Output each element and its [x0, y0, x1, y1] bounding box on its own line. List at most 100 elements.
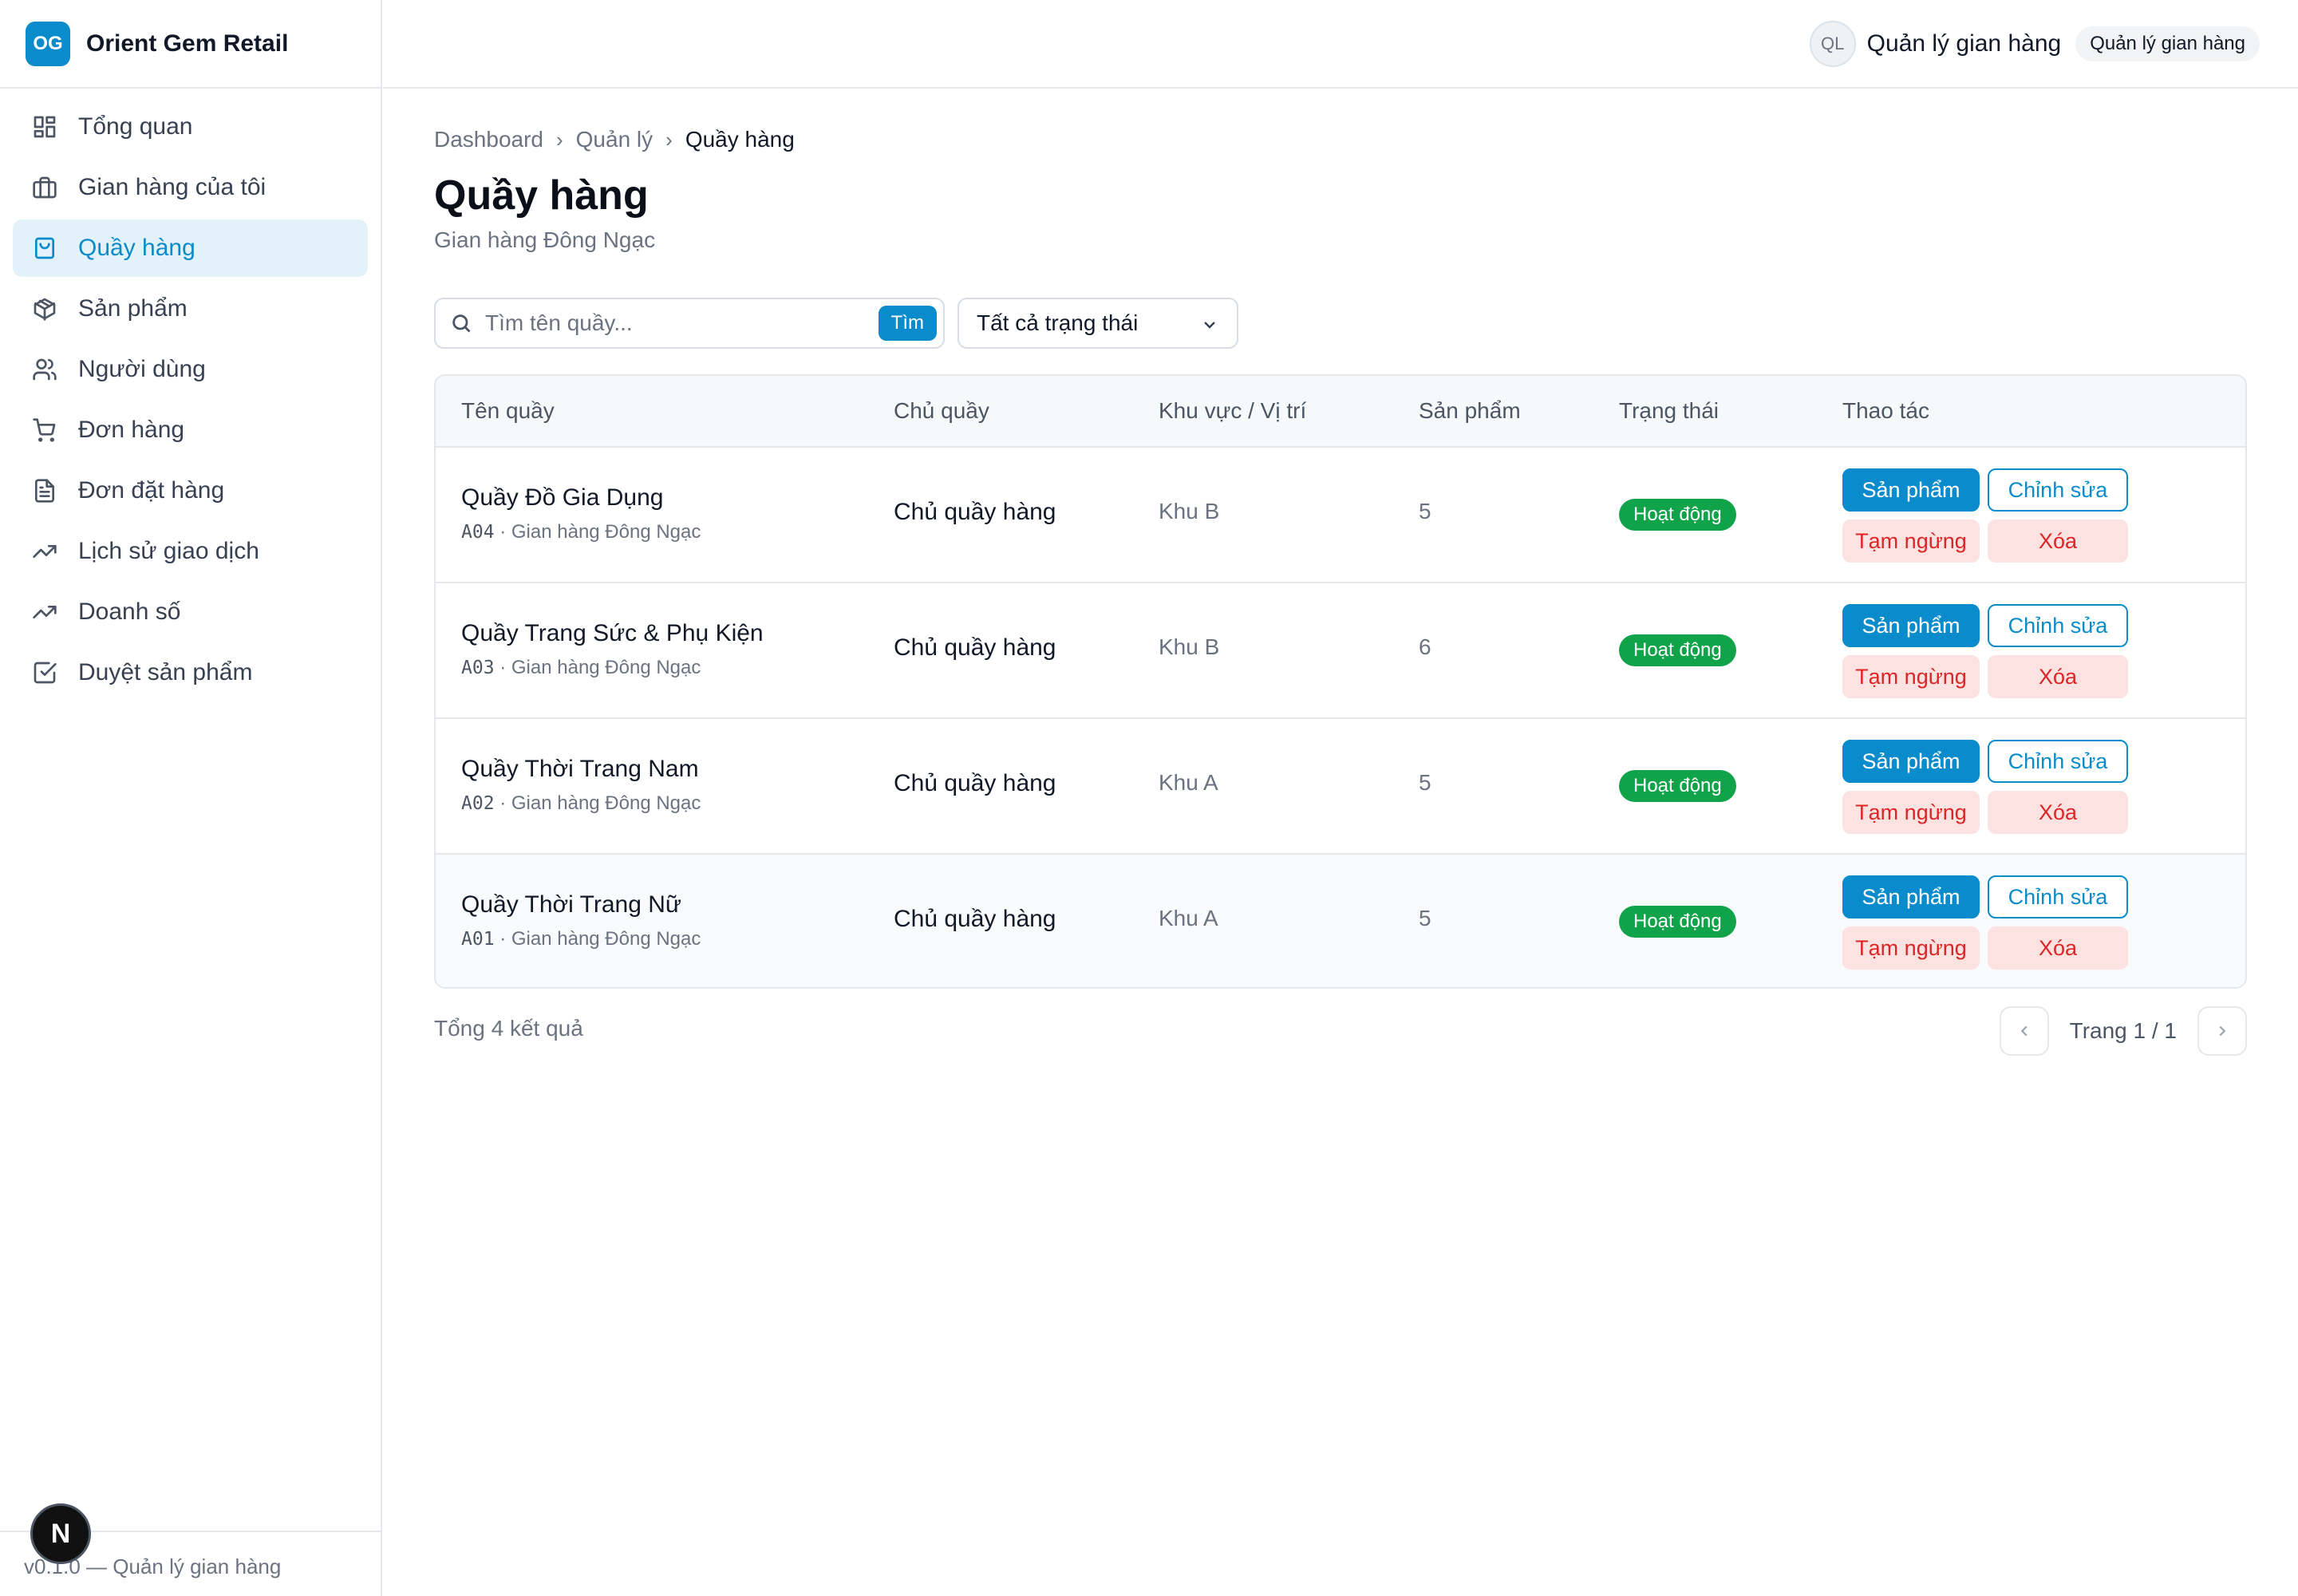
check-square-icon — [34, 662, 57, 684]
package-icon — [34, 298, 56, 321]
counter-product-count: 6 — [1419, 634, 1431, 659]
counter-store: · Gian hàng Đông Ngạc — [499, 792, 701, 814]
counter-status-cell: Hoạt động — [1619, 906, 1736, 938]
chevron-down-icon — [1204, 322, 1215, 329]
chevron-right-icon: › — [665, 127, 673, 152]
edit-button[interactable]: Chỉnh sửa — [1988, 604, 2128, 647]
suspend-button[interactable]: Tạm ngừng — [1842, 655, 1980, 698]
products-button[interactable]: Sản phẩm — [1842, 604, 1980, 647]
status-filter-select[interactable]: Tất cả trạng thái — [958, 298, 1238, 349]
results-total: Tổng 4 kết quả — [434, 1016, 583, 1041]
sidebar: OG Orient Gem Retail Tổng quan Gian hàng… — [0, 0, 382, 1596]
products-button[interactable]: Sản phẩm — [1842, 875, 1980, 918]
counter-name: Quầy Thời Trang Nữ — [461, 891, 681, 918]
sidebar-item-overview[interactable]: Tổng quan — [13, 98, 368, 156]
counter-owner: Chủ quầy hàng — [894, 770, 1056, 796]
counter-meta: A03 · Gian hàng Đông Ngạc — [461, 657, 764, 679]
delete-button[interactable]: Xóa — [1988, 519, 2128, 563]
trending-up-icon — [33, 545, 57, 558]
search-button[interactable]: Tìm — [878, 306, 937, 341]
row-actions: Sản phẩm Chỉnh sửa Tạm ngừng Xóa — [1842, 468, 2130, 563]
products-button[interactable]: Sản phẩm — [1842, 468, 1980, 512]
counter-name: Quầy Đồ Gia Dụng — [461, 484, 664, 511]
breadcrumb-dashboard[interactable]: Dashboard — [434, 127, 543, 152]
edit-button[interactable]: Chỉnh sửa — [1988, 468, 2128, 512]
counter-meta: A01 · Gian hàng Đông Ngạc — [461, 928, 701, 950]
sidebar-item-label: Doanh số — [78, 598, 181, 625]
sidebar-item-label: Duyệt sản phẩm — [78, 659, 253, 685]
counter-area: Khu B — [1159, 499, 1220, 523]
sidebar-item-counters[interactable]: Quầy hàng — [13, 219, 368, 277]
avatar[interactable]: QL — [1809, 20, 1856, 67]
status-filter-value: Tất cả trạng thái — [977, 310, 1139, 335]
products-button[interactable]: Sản phẩm — [1842, 740, 1980, 783]
counter-area: Khu B — [1159, 634, 1220, 659]
table-row: Quầy Thời Trang Nữ A01 · Gian hàng Đông … — [436, 853, 2245, 987]
counter-owner: Chủ quầy hàng — [894, 906, 1056, 932]
counter-store: · Gian hàng Đông Ngạc — [499, 521, 701, 543]
counter-status-cell: Hoạt động — [1619, 499, 1736, 531]
delete-button[interactable]: Xóa — [1988, 655, 2128, 698]
sidebar-item-label: Quầy hàng — [78, 235, 195, 261]
table-row: Quầy Trang Sức & Phụ Kiện A03 · Gian hàn… — [436, 582, 2245, 717]
sidebar-item-users[interactable]: Người dùng — [13, 341, 368, 398]
counter-owner: Chủ quầy hàng — [894, 499, 1056, 525]
sidebar-item-label: Sản phẩm — [78, 295, 188, 322]
edit-button[interactable]: Chỉnh sửa — [1988, 740, 2128, 783]
counter-area: Khu A — [1159, 906, 1218, 930]
next-dev-badge[interactable]: N — [30, 1503, 91, 1564]
sidebar-item-label: Lịch sử giao dịch — [78, 538, 259, 564]
row-actions: Sản phẩm Chỉnh sửa Tạm ngừng Xóa — [1842, 875, 2130, 970]
sidebar-item-orders[interactable]: Đơn hàng — [13, 401, 368, 459]
suspend-button[interactable]: Tạm ngừng — [1842, 926, 1980, 970]
sidebar-item-sales[interactable]: Doanh số — [13, 583, 368, 641]
sidebar-item-label: Đơn đặt hàng — [78, 477, 225, 504]
document-icon — [35, 479, 54, 503]
sidebar-item-products[interactable]: Sản phẩm — [13, 280, 368, 338]
breadcrumb: Dashboard › Quản lý › Quầy hàng — [434, 127, 795, 152]
edit-button[interactable]: Chỉnh sửa — [1988, 875, 2128, 918]
previous-page-button[interactable] — [1999, 1006, 2049, 1056]
counters-table: Tên quầy Chủ quầy Khu vực / Vị trí Sản p… — [434, 374, 2247, 989]
sidebar-item-transaction-history[interactable]: Lịch sử giao dịch — [13, 523, 368, 580]
counter-status-cell: Hoạt động — [1619, 634, 1736, 666]
next-page-button[interactable] — [2197, 1006, 2247, 1056]
pagination: Trang 1 / 1 — [1999, 1006, 2247, 1056]
page-subtitle: Gian hàng Đông Ngạc — [434, 227, 656, 252]
counter-product-count: 5 — [1419, 906, 1431, 930]
delete-button[interactable]: Xóa — [1988, 791, 2128, 834]
counter-name: Quầy Trang Sức & Phụ Kiện — [461, 620, 764, 646]
counter-owner: Chủ quầy hàng — [894, 634, 1056, 661]
counter-meta: A04 · Gian hàng Đông Ngạc — [461, 521, 701, 543]
sidebar-nav: Tổng quan Gian hàng của tôi Quầy hàng Sả… — [0, 89, 381, 714]
brand-name: Orient Gem Retail — [86, 30, 289, 57]
column-header-products: Sản phẩm — [1419, 398, 1521, 423]
delete-button[interactable]: Xóa — [1988, 926, 2128, 970]
brand-logo: OG — [26, 21, 70, 66]
status-badge: Hoạt động — [1619, 770, 1736, 802]
brand[interactable]: OG Orient Gem Retail — [0, 0, 381, 89]
table-row: Quầy Thời Trang Nam A02 · Gian hàng Đông… — [436, 717, 2245, 853]
dashboard-icon — [34, 116, 56, 138]
status-badge: Hoạt động — [1619, 634, 1736, 666]
chevron-left-icon — [2020, 1025, 2028, 1037]
sidebar-item-my-stores[interactable]: Gian hàng của tôi — [13, 159, 368, 216]
counter-store: · Gian hàng Đông Ngạc — [499, 928, 701, 950]
counter-name-cell: Quầy Đồ Gia Dụng A04 · Gian hàng Đông Ng… — [461, 484, 701, 543]
sidebar-item-purchase-orders[interactable]: Đơn đặt hàng — [13, 462, 368, 519]
suspend-button[interactable]: Tạm ngừng — [1842, 791, 1980, 834]
row-actions: Sản phẩm Chỉnh sửa Tạm ngừng Xóa — [1842, 604, 2130, 698]
counter-area: Khu A — [1159, 770, 1218, 795]
users-icon — [33, 358, 57, 381]
search-input[interactable] — [485, 310, 836, 336]
chevron-right-icon — [2219, 1025, 2226, 1037]
table-header: Tên quầy Chủ quầy Khu vực / Vị trí Sản p… — [436, 376, 2245, 446]
suspend-button[interactable]: Tạm ngừng — [1842, 519, 1980, 563]
trending-up-icon — [33, 606, 57, 618]
sidebar-item-label: Đơn hàng — [78, 417, 185, 443]
sidebar-item-label: Gian hàng của tôi — [78, 174, 267, 200]
sidebar-item-product-approval[interactable]: Duyệt sản phẩm — [13, 644, 368, 701]
role-badge: Quản lý gian hàng — [2075, 26, 2260, 61]
breadcrumb-management[interactable]: Quản lý — [576, 127, 653, 152]
topbar: QL Quản lý gian hàng Quản lý gian hàng — [383, 0, 2298, 89]
